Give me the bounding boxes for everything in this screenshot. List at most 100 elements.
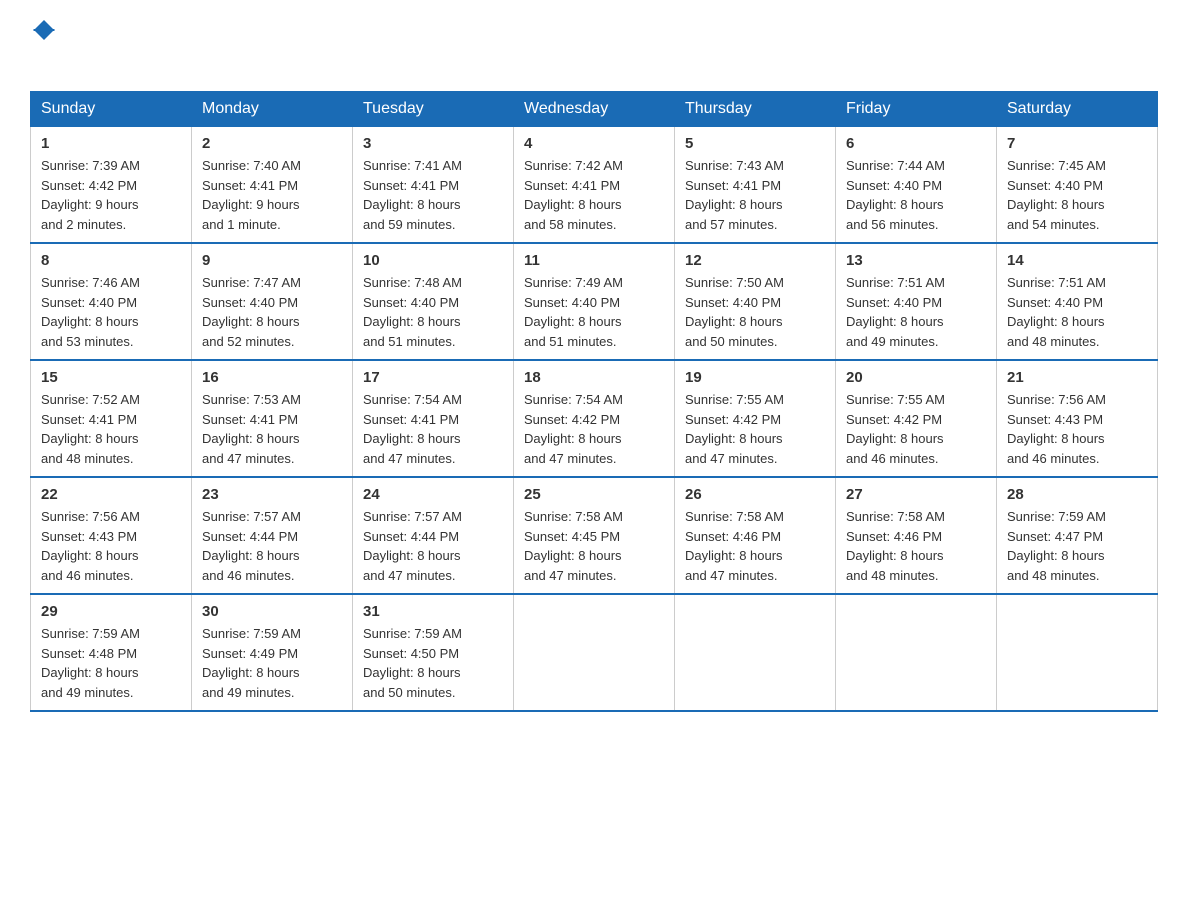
day-number: 6 <box>846 135 986 152</box>
day-number: 22 <box>41 486 181 503</box>
calendar-cell: 8Sunrise: 7:46 AMSunset: 4:40 PMDaylight… <box>31 243 192 360</box>
calendar-cell: 14 Sunrise: 7:51 AMSunset: 4:40 PMDayligh… <box>997 243 1158 360</box>
calendar-cell: 30 Sunrise: 7:59 AMSunset: 4:49 PMDayligh… <box>192 594 353 711</box>
calendar-cell <box>675 594 836 711</box>
day-number: 17 <box>363 369 503 386</box>
day-number: 29 <box>41 603 181 620</box>
day-info: Sunrise: 7:59 AMSunset: 4:49 PMDaylight:… <box>202 624 342 702</box>
calendar-cell: 13 Sunrise: 7:51 AMSunset: 4:40 PMDayligh… <box>836 243 997 360</box>
day-number: 25 <box>524 486 664 503</box>
calendar-table: SundayMondayTuesdayWednesdayThursdayFrid… <box>30 91 1158 712</box>
header-friday: Friday <box>836 92 997 127</box>
day-number: 11 <box>524 252 664 269</box>
day-number: 12 <box>685 252 825 269</box>
header-saturday: Saturday <box>997 92 1158 127</box>
calendar-cell: 17Sunrise: 7:54 AMSunset: 4:41 PMDayligh… <box>353 360 514 477</box>
day-info: Sunrise: 7:57 AMSunset: 4:44 PMDaylight:… <box>363 507 503 585</box>
calendar-cell: 12 Sunrise: 7:50 AMSunset: 4:40 PMDayligh… <box>675 243 836 360</box>
header-wednesday: Wednesday <box>514 92 675 127</box>
calendar-cell: 4 Sunrise: 7:42 AMSunset: 4:41 PMDaylight… <box>514 127 675 244</box>
day-info: Sunrise: 7:41 AMSunset: 4:41 PMDaylight:… <box>363 156 503 234</box>
calendar-cell: 24 Sunrise: 7:57 AMSunset: 4:44 PMDayligh… <box>353 477 514 594</box>
day-number: 26 <box>685 486 825 503</box>
day-number: 24 <box>363 486 503 503</box>
day-info: Sunrise: 7:55 AMSunset: 4:42 PMDaylight:… <box>685 390 825 468</box>
day-info: Sunrise: 7:53 AMSunset: 4:41 PMDaylight:… <box>202 390 342 468</box>
day-number: 28 <box>1007 486 1147 503</box>
week-row-5: 29 Sunrise: 7:59 AMSunset: 4:48 PMDayligh… <box>31 594 1158 711</box>
day-number: 19 <box>685 369 825 386</box>
page-header <box>30 20 1158 71</box>
day-number: 3 <box>363 135 503 152</box>
calendar-cell: 20 Sunrise: 7:55 AMSunset: 4:42 PMDayligh… <box>836 360 997 477</box>
calendar-cell: 3 Sunrise: 7:41 AMSunset: 4:41 PMDaylight… <box>353 127 514 244</box>
day-number: 1 <box>41 135 181 152</box>
day-number: 16 <box>202 369 342 386</box>
day-info: Sunrise: 7:39 AMSunset: 4:42 PMDaylight:… <box>41 156 181 234</box>
day-info: Sunrise: 7:55 AMSunset: 4:42 PMDaylight:… <box>846 390 986 468</box>
calendar-cell: 15 Sunrise: 7:52 AMSunset: 4:41 PMDayligh… <box>31 360 192 477</box>
calendar-cell: 2 Sunrise: 7:40 AMSunset: 4:41 PMDaylight… <box>192 127 353 244</box>
week-row-2: 8Sunrise: 7:46 AMSunset: 4:40 PMDaylight… <box>31 243 1158 360</box>
week-row-1: 1 Sunrise: 7:39 AMSunset: 4:42 PMDaylight… <box>31 127 1158 244</box>
day-number: 20 <box>846 369 986 386</box>
day-info: Sunrise: 7:51 AMSunset: 4:40 PMDaylight:… <box>1007 273 1147 351</box>
header-thursday: Thursday <box>675 92 836 127</box>
calendar-cell: 27 Sunrise: 7:58 AMSunset: 4:46 PMDayligh… <box>836 477 997 594</box>
calendar-cell: 5 Sunrise: 7:43 AMSunset: 4:41 PMDaylight… <box>675 127 836 244</box>
calendar-cell: 31 Sunrise: 7:59 AMSunset: 4:50 PMDayligh… <box>353 594 514 711</box>
day-number: 31 <box>363 603 503 620</box>
calendar-cell: 1 Sunrise: 7:39 AMSunset: 4:42 PMDaylight… <box>31 127 192 244</box>
calendar-cell <box>514 594 675 711</box>
calendar-cell: 6 Sunrise: 7:44 AMSunset: 4:40 PMDaylight… <box>836 127 997 244</box>
day-info: Sunrise: 7:43 AMSunset: 4:41 PMDaylight:… <box>685 156 825 234</box>
day-number: 7 <box>1007 135 1147 152</box>
day-info: Sunrise: 7:59 AMSunset: 4:50 PMDaylight:… <box>363 624 503 702</box>
day-number: 2 <box>202 135 342 152</box>
day-info: Sunrise: 7:47 AMSunset: 4:40 PMDaylight:… <box>202 273 342 351</box>
calendar-cell: 22 Sunrise: 7:56 AMSunset: 4:43 PMDayligh… <box>31 477 192 594</box>
week-row-4: 22 Sunrise: 7:56 AMSunset: 4:43 PMDayligh… <box>31 477 1158 594</box>
day-info: Sunrise: 7:54 AMSunset: 4:42 PMDaylight:… <box>524 390 664 468</box>
day-info: Sunrise: 7:59 AMSunset: 4:47 PMDaylight:… <box>1007 507 1147 585</box>
day-number: 13 <box>846 252 986 269</box>
calendar-cell <box>997 594 1158 711</box>
calendar-cell: 21Sunrise: 7:56 AMSunset: 4:43 PMDayligh… <box>997 360 1158 477</box>
calendar-cell: 19 Sunrise: 7:55 AMSunset: 4:42 PMDayligh… <box>675 360 836 477</box>
day-info: Sunrise: 7:58 AMSunset: 4:46 PMDaylight:… <box>846 507 986 585</box>
calendar-cell: 23Sunrise: 7:57 AMSunset: 4:44 PMDayligh… <box>192 477 353 594</box>
day-info: Sunrise: 7:44 AMSunset: 4:40 PMDaylight:… <box>846 156 986 234</box>
day-info: Sunrise: 7:49 AMSunset: 4:40 PMDaylight:… <box>524 273 664 351</box>
calendar-cell: 28 Sunrise: 7:59 AMSunset: 4:47 PMDayligh… <box>997 477 1158 594</box>
day-number: 30 <box>202 603 342 620</box>
calendar-header-row: SundayMondayTuesdayWednesdayThursdayFrid… <box>31 92 1158 127</box>
day-info: Sunrise: 7:52 AMSunset: 4:41 PMDaylight:… <box>41 390 181 468</box>
day-number: 27 <box>846 486 986 503</box>
day-info: Sunrise: 7:42 AMSunset: 4:41 PMDaylight:… <box>524 156 664 234</box>
day-info: Sunrise: 7:50 AMSunset: 4:40 PMDaylight:… <box>685 273 825 351</box>
day-number: 14 <box>1007 252 1147 269</box>
day-number: 10 <box>363 252 503 269</box>
calendar-cell: 10 Sunrise: 7:48 AMSunset: 4:40 PMDayligh… <box>353 243 514 360</box>
day-info: Sunrise: 7:58 AMSunset: 4:46 PMDaylight:… <box>685 507 825 585</box>
week-row-3: 15 Sunrise: 7:52 AMSunset: 4:41 PMDayligh… <box>31 360 1158 477</box>
day-info: Sunrise: 7:48 AMSunset: 4:40 PMDaylight:… <box>363 273 503 351</box>
header-sunday: Sunday <box>31 92 192 127</box>
day-number: 5 <box>685 135 825 152</box>
day-number: 15 <box>41 369 181 386</box>
day-info: Sunrise: 7:40 AMSunset: 4:41 PMDaylight:… <box>202 156 342 234</box>
calendar-cell <box>836 594 997 711</box>
calendar-cell: 18Sunrise: 7:54 AMSunset: 4:42 PMDayligh… <box>514 360 675 477</box>
calendar-cell: 7 Sunrise: 7:45 AMSunset: 4:40 PMDaylight… <box>997 127 1158 244</box>
day-info: Sunrise: 7:56 AMSunset: 4:43 PMDaylight:… <box>41 507 181 585</box>
calendar-cell: 11 Sunrise: 7:49 AMSunset: 4:40 PMDayligh… <box>514 243 675 360</box>
day-info: Sunrise: 7:46 AMSunset: 4:40 PMDaylight:… <box>41 273 181 351</box>
day-info: Sunrise: 7:51 AMSunset: 4:40 PMDaylight:… <box>846 273 986 351</box>
calendar-cell: 29 Sunrise: 7:59 AMSunset: 4:48 PMDayligh… <box>31 594 192 711</box>
day-info: Sunrise: 7:56 AMSunset: 4:43 PMDaylight:… <box>1007 390 1147 468</box>
day-info: Sunrise: 7:58 AMSunset: 4:45 PMDaylight:… <box>524 507 664 585</box>
day-info: Sunrise: 7:59 AMSunset: 4:48 PMDaylight:… <box>41 624 181 702</box>
logo <box>30 20 55 71</box>
day-info: Sunrise: 7:45 AMSunset: 4:40 PMDaylight:… <box>1007 156 1147 234</box>
day-number: 4 <box>524 135 664 152</box>
